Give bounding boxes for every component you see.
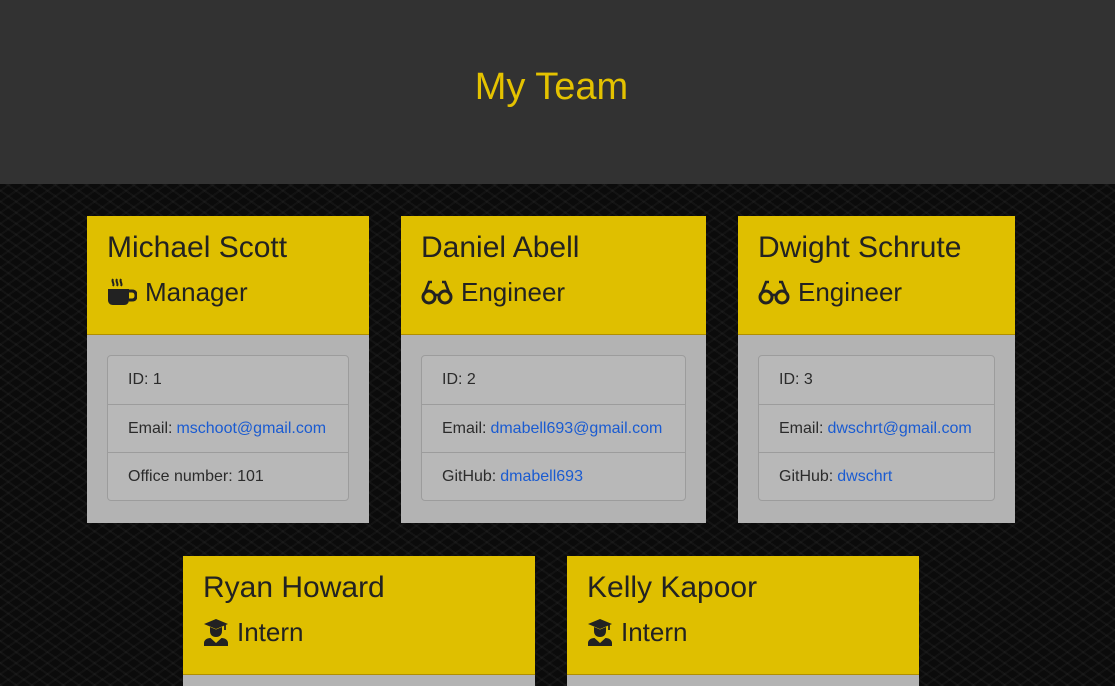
office-item: Office number: 101 bbox=[108, 452, 348, 500]
email-item: Email: dmabell693@gmail.com bbox=[422, 404, 685, 452]
employee-name: Daniel Abell bbox=[421, 231, 580, 264]
github-label: GitHub: bbox=[442, 467, 497, 485]
card-body: ID: 3 Email: dwschrt@gmail.com GitHub: d… bbox=[738, 335, 1015, 521]
employee-role: Intern bbox=[203, 617, 515, 647]
email-item: Email: dwschrt@gmail.com bbox=[759, 404, 994, 452]
github-label: GitHub: bbox=[779, 467, 834, 485]
details-list: ID: 3 Email: dwschrt@gmail.com GitHub: d… bbox=[758, 355, 995, 501]
id-item: ID: 1 bbox=[108, 356, 348, 404]
role-label: Manager bbox=[145, 277, 248, 307]
id-text: ID: 3 bbox=[779, 371, 813, 388]
employee-card: Dwight Schrute Engineer ID: 3 Email: dws… bbox=[738, 216, 1015, 523]
role-label: Intern bbox=[237, 617, 304, 647]
role-label: Engineer bbox=[461, 277, 566, 307]
email-item: Email: mschoot@gmail.com bbox=[108, 404, 348, 452]
card-body: ID: 1 Email: mschoot@gmail.com Office nu… bbox=[87, 335, 369, 521]
page-header: My Team bbox=[0, 0, 1115, 184]
details-list: ID: 1 Email: mschoot@gmail.com Office nu… bbox=[107, 355, 349, 501]
card-header: Kelly Kapoor Intern bbox=[567, 556, 919, 675]
email-label: Email: bbox=[128, 419, 173, 437]
employee-role: Engineer bbox=[758, 277, 995, 307]
card-header: Dwight Schrute Engineer bbox=[738, 216, 1015, 335]
graduate-icon bbox=[204, 619, 228, 646]
employee-name: Michael Scott bbox=[107, 231, 288, 264]
coffee-icon bbox=[108, 278, 137, 305]
employee-name: Ryan Howard bbox=[203, 571, 385, 604]
card-header: Michael Scott Manager bbox=[87, 216, 369, 335]
id-text: ID: 2 bbox=[442, 371, 476, 388]
employee-role: Intern bbox=[587, 617, 899, 647]
employee-card: Daniel Abell Engineer ID: 2 Email: dmabe… bbox=[401, 216, 706, 523]
github-link[interactable]: dmabell693 bbox=[500, 468, 583, 486]
employee-card: Michael Scott Manager ID: 1 Email: mscho… bbox=[87, 216, 369, 523]
card-header: Ryan Howard Intern bbox=[183, 556, 535, 675]
employee-role: Manager bbox=[107, 277, 349, 307]
id-text: ID: 1 bbox=[128, 371, 162, 388]
glasses-icon bbox=[421, 280, 453, 305]
page-title: My Team bbox=[474, 65, 629, 108]
employee-name: Kelly Kapoor bbox=[587, 571, 758, 604]
email-link[interactable]: mschoot@gmail.com bbox=[176, 420, 326, 438]
office-number-text: Office number: 101 bbox=[128, 467, 264, 485]
glasses-icon bbox=[758, 280, 790, 305]
email-link[interactable]: dwschrt@gmail.com bbox=[827, 420, 971, 438]
role-label: Intern bbox=[621, 617, 688, 647]
email-label: Email: bbox=[442, 419, 487, 437]
id-item: ID: 2 bbox=[422, 356, 685, 404]
graduate-icon bbox=[588, 619, 612, 646]
employee-card: Ryan Howard Intern bbox=[183, 556, 535, 686]
details-list: ID: 2 Email: dmabell693@gmail.com GitHub… bbox=[421, 355, 686, 501]
employee-role: Engineer bbox=[421, 277, 686, 307]
employee-card: Kelly Kapoor Intern bbox=[567, 556, 919, 686]
card-header: Daniel Abell Engineer bbox=[401, 216, 706, 335]
email-link[interactable]: dmabell693@gmail.com bbox=[490, 420, 662, 438]
github-item: GitHub: dmabell693 bbox=[422, 452, 685, 500]
role-label: Engineer bbox=[798, 277, 903, 307]
employee-name: Dwight Schrute bbox=[758, 231, 962, 264]
email-label: Email: bbox=[779, 419, 824, 437]
github-link[interactable]: dwschrt bbox=[837, 468, 892, 486]
github-item: GitHub: dwschrt bbox=[759, 452, 994, 500]
card-body: ID: 2 Email: dmabell693@gmail.com GitHub… bbox=[401, 335, 706, 521]
id-item: ID: 3 bbox=[759, 356, 994, 404]
